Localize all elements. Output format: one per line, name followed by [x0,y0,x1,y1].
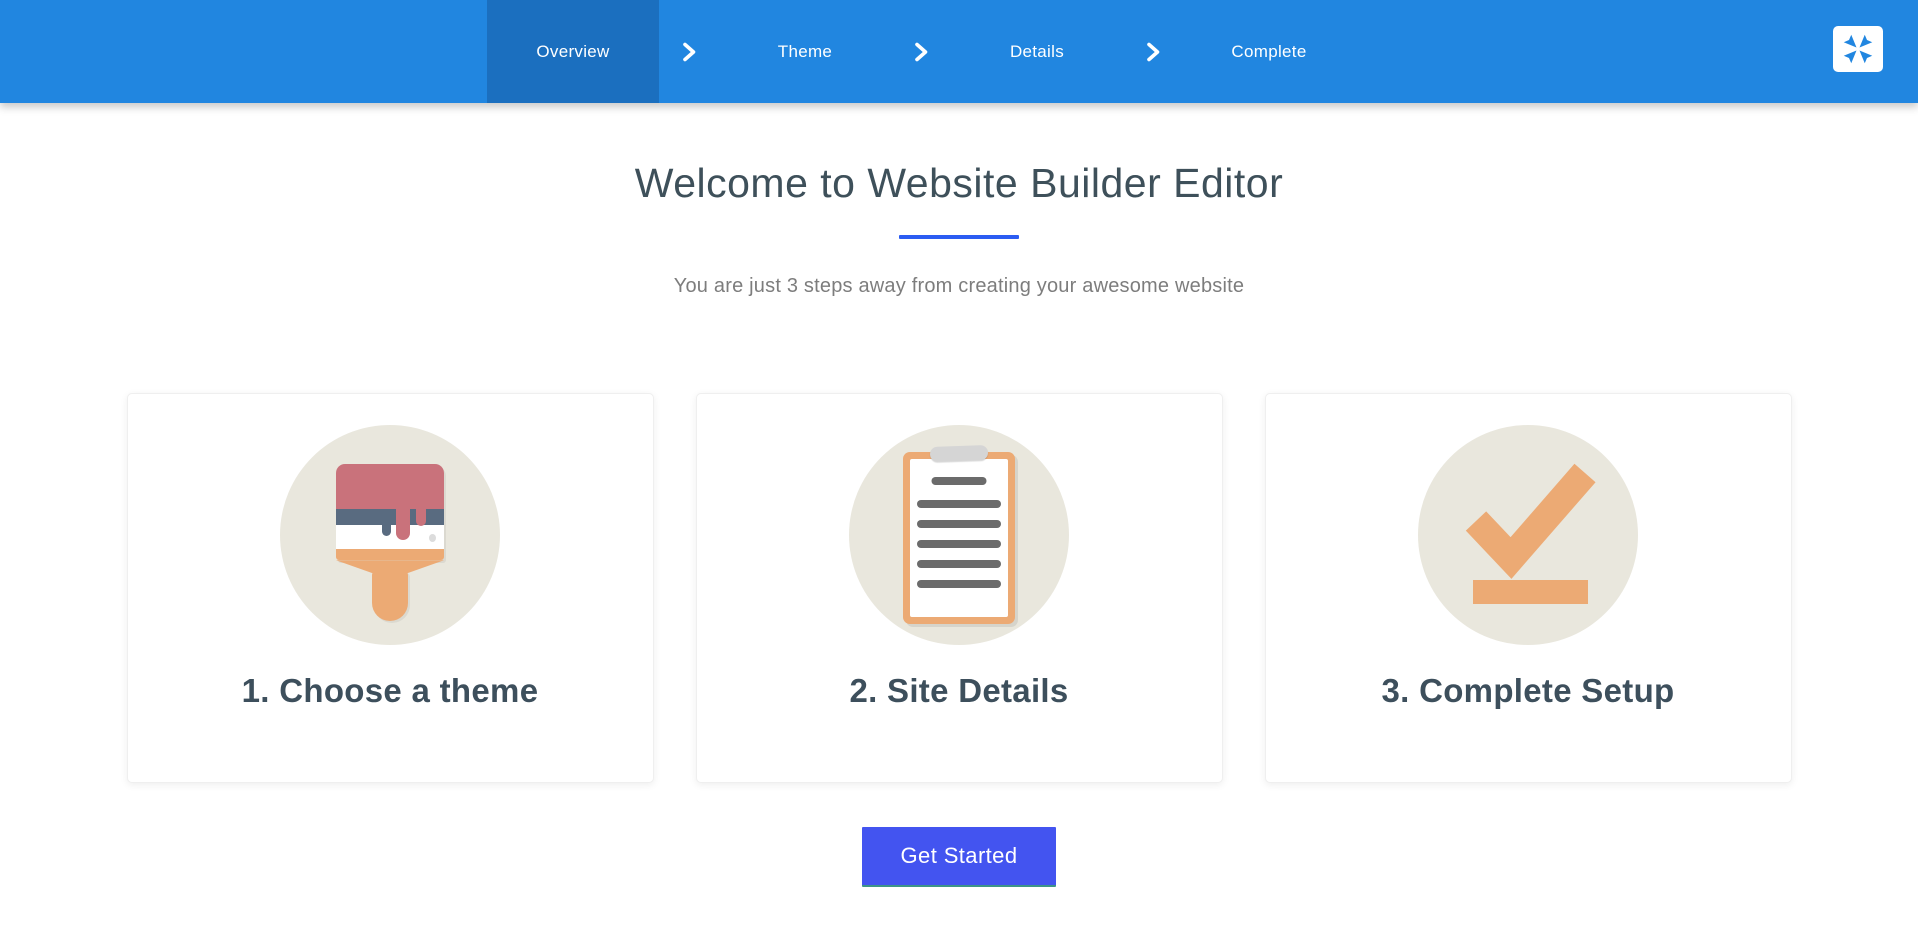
step-tab-details[interactable]: Details [951,0,1123,103]
title-accent-divider [899,235,1019,239]
welcome-screen: Welcome to Website Builder Editor You ar… [0,159,1918,887]
card-title: 2. Site Details [697,672,1222,710]
chevron-right-icon [891,0,951,103]
paintbrush-icon [280,425,500,645]
chevron-right-icon [1123,0,1183,103]
exit-fullscreen-button[interactable] [1833,26,1883,72]
wizard-stepper-bar: Overview Theme Details Complete [0,0,1918,103]
card-site-details[interactable]: 2. Site Details [696,393,1223,783]
step-tab-theme[interactable]: Theme [719,0,891,103]
wizard-steps-nav: Overview Theme Details Complete [487,0,1355,103]
chevron-right-icon [659,0,719,103]
step-tab-complete[interactable]: Complete [1183,0,1355,103]
card-title: 3. Complete Setup [1266,672,1791,710]
card-title: 1. Choose a theme [128,672,653,710]
checkmark-icon [1418,425,1638,645]
card-complete-setup[interactable]: 3. Complete Setup [1265,393,1792,783]
page-title: Welcome to Website Builder Editor [0,159,1918,208]
exit-fullscreen-icon [1839,31,1877,67]
step-tab-overview[interactable]: Overview [487,0,659,103]
card-choose-theme[interactable]: 1. Choose a theme [127,393,654,783]
steps-cards: 1. Choose a theme 2. Site Details [0,393,1918,783]
get-started-button[interactable]: Get Started [862,827,1056,887]
clipboard-icon [849,425,1069,645]
page-subtitle: You are just 3 steps away from creating … [0,275,1918,298]
